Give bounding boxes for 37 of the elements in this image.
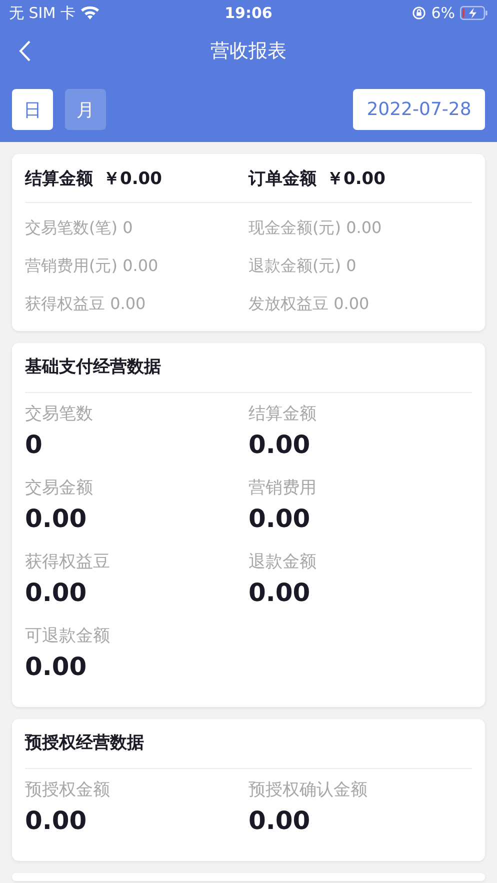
total-label: 订单金额	[248, 168, 316, 190]
metric-label: 可退款金额	[25, 625, 110, 648]
stat-text: 交易笔数(笔) 0	[25, 217, 134, 239]
metric-value: 0.00	[248, 429, 310, 461]
metric-value: 0.00	[248, 805, 310, 837]
metric-label: 交易金额	[25, 477, 93, 500]
metric-value: 0	[25, 429, 42, 461]
period-tab[interactable]: 日	[12, 89, 53, 130]
section-title: 预授权经营数据	[25, 732, 145, 755]
total-value: ￥0.00	[326, 168, 386, 190]
stat-text: 获得权益豆 0.00	[25, 293, 147, 315]
stat-text: 营销费用(元) 0.00	[25, 255, 160, 277]
metric-value: 0.00	[248, 503, 310, 535]
section-title: 基础支付经营数据	[25, 356, 162, 379]
metric-value: 0.00	[248, 577, 310, 609]
metric-label: 结算金额	[248, 403, 316, 426]
carrier-text: 无 SIM 卡	[9, 4, 76, 22]
page-title: 营收报表	[210, 39, 286, 64]
total-label: 结算金额	[25, 168, 93, 190]
stat-text: 退款金额(元) 0	[248, 255, 358, 277]
total-value: ￥0.00	[103, 168, 162, 190]
metric-label: 交易笔数	[25, 403, 93, 426]
metric-label: 获得权益豆	[25, 551, 110, 574]
metric-label: 营销费用	[248, 477, 316, 500]
metric-value: 0.00	[25, 805, 87, 837]
stat-text: 发放权益豆 0.00	[248, 293, 370, 315]
metric-value: 0.00	[25, 651, 87, 683]
metric-value: 0.00	[25, 577, 87, 609]
metric-label: 预授权确认金额	[248, 779, 368, 802]
metric-label: 退款金额	[248, 551, 316, 574]
battery-percent: 6%	[431, 4, 455, 22]
metric-label: 预授权金额	[25, 779, 110, 802]
stat-text: 现金金额(元) 0.00	[248, 217, 383, 239]
period-tab[interactable]: 月	[65, 89, 106, 130]
clock-text: 19:06	[224, 4, 272, 22]
date-picker[interactable]: 2022-07-28	[353, 89, 485, 130]
metric-value: 0.00	[25, 503, 87, 535]
